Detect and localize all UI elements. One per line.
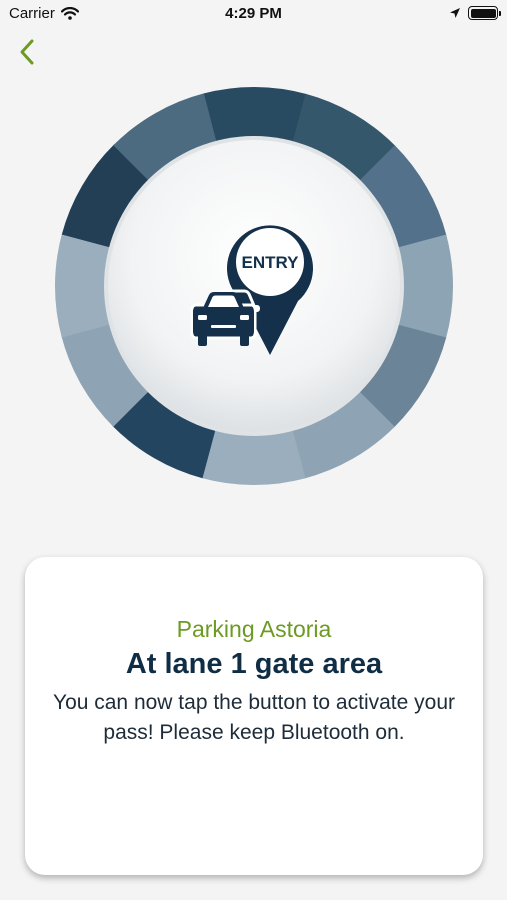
back-button[interactable] xyxy=(10,34,44,70)
info-card: Parking Astoria At lane 1 gate area You … xyxy=(25,557,483,875)
clock: 4:29 PM xyxy=(225,5,282,22)
status-bar: Carrier 4:29 PM xyxy=(0,0,507,30)
entry-dial[interactable]: ENTRY xyxy=(55,87,453,485)
gate-status-title: At lane 1 gate area xyxy=(125,648,383,680)
entry-badge-text: ENTRY xyxy=(242,253,300,272)
app-screen: Carrier 4:29 PM ENTRY Parking Astoria At… xyxy=(0,0,507,900)
location-arrow-icon xyxy=(450,8,460,18)
chevron-left-icon xyxy=(20,39,34,65)
parking-location-name: Parking Astoria xyxy=(176,616,332,642)
instruction-text: You can now tap the button to activate y… xyxy=(52,691,455,744)
status-right xyxy=(449,6,501,20)
battery-icon xyxy=(468,6,501,20)
